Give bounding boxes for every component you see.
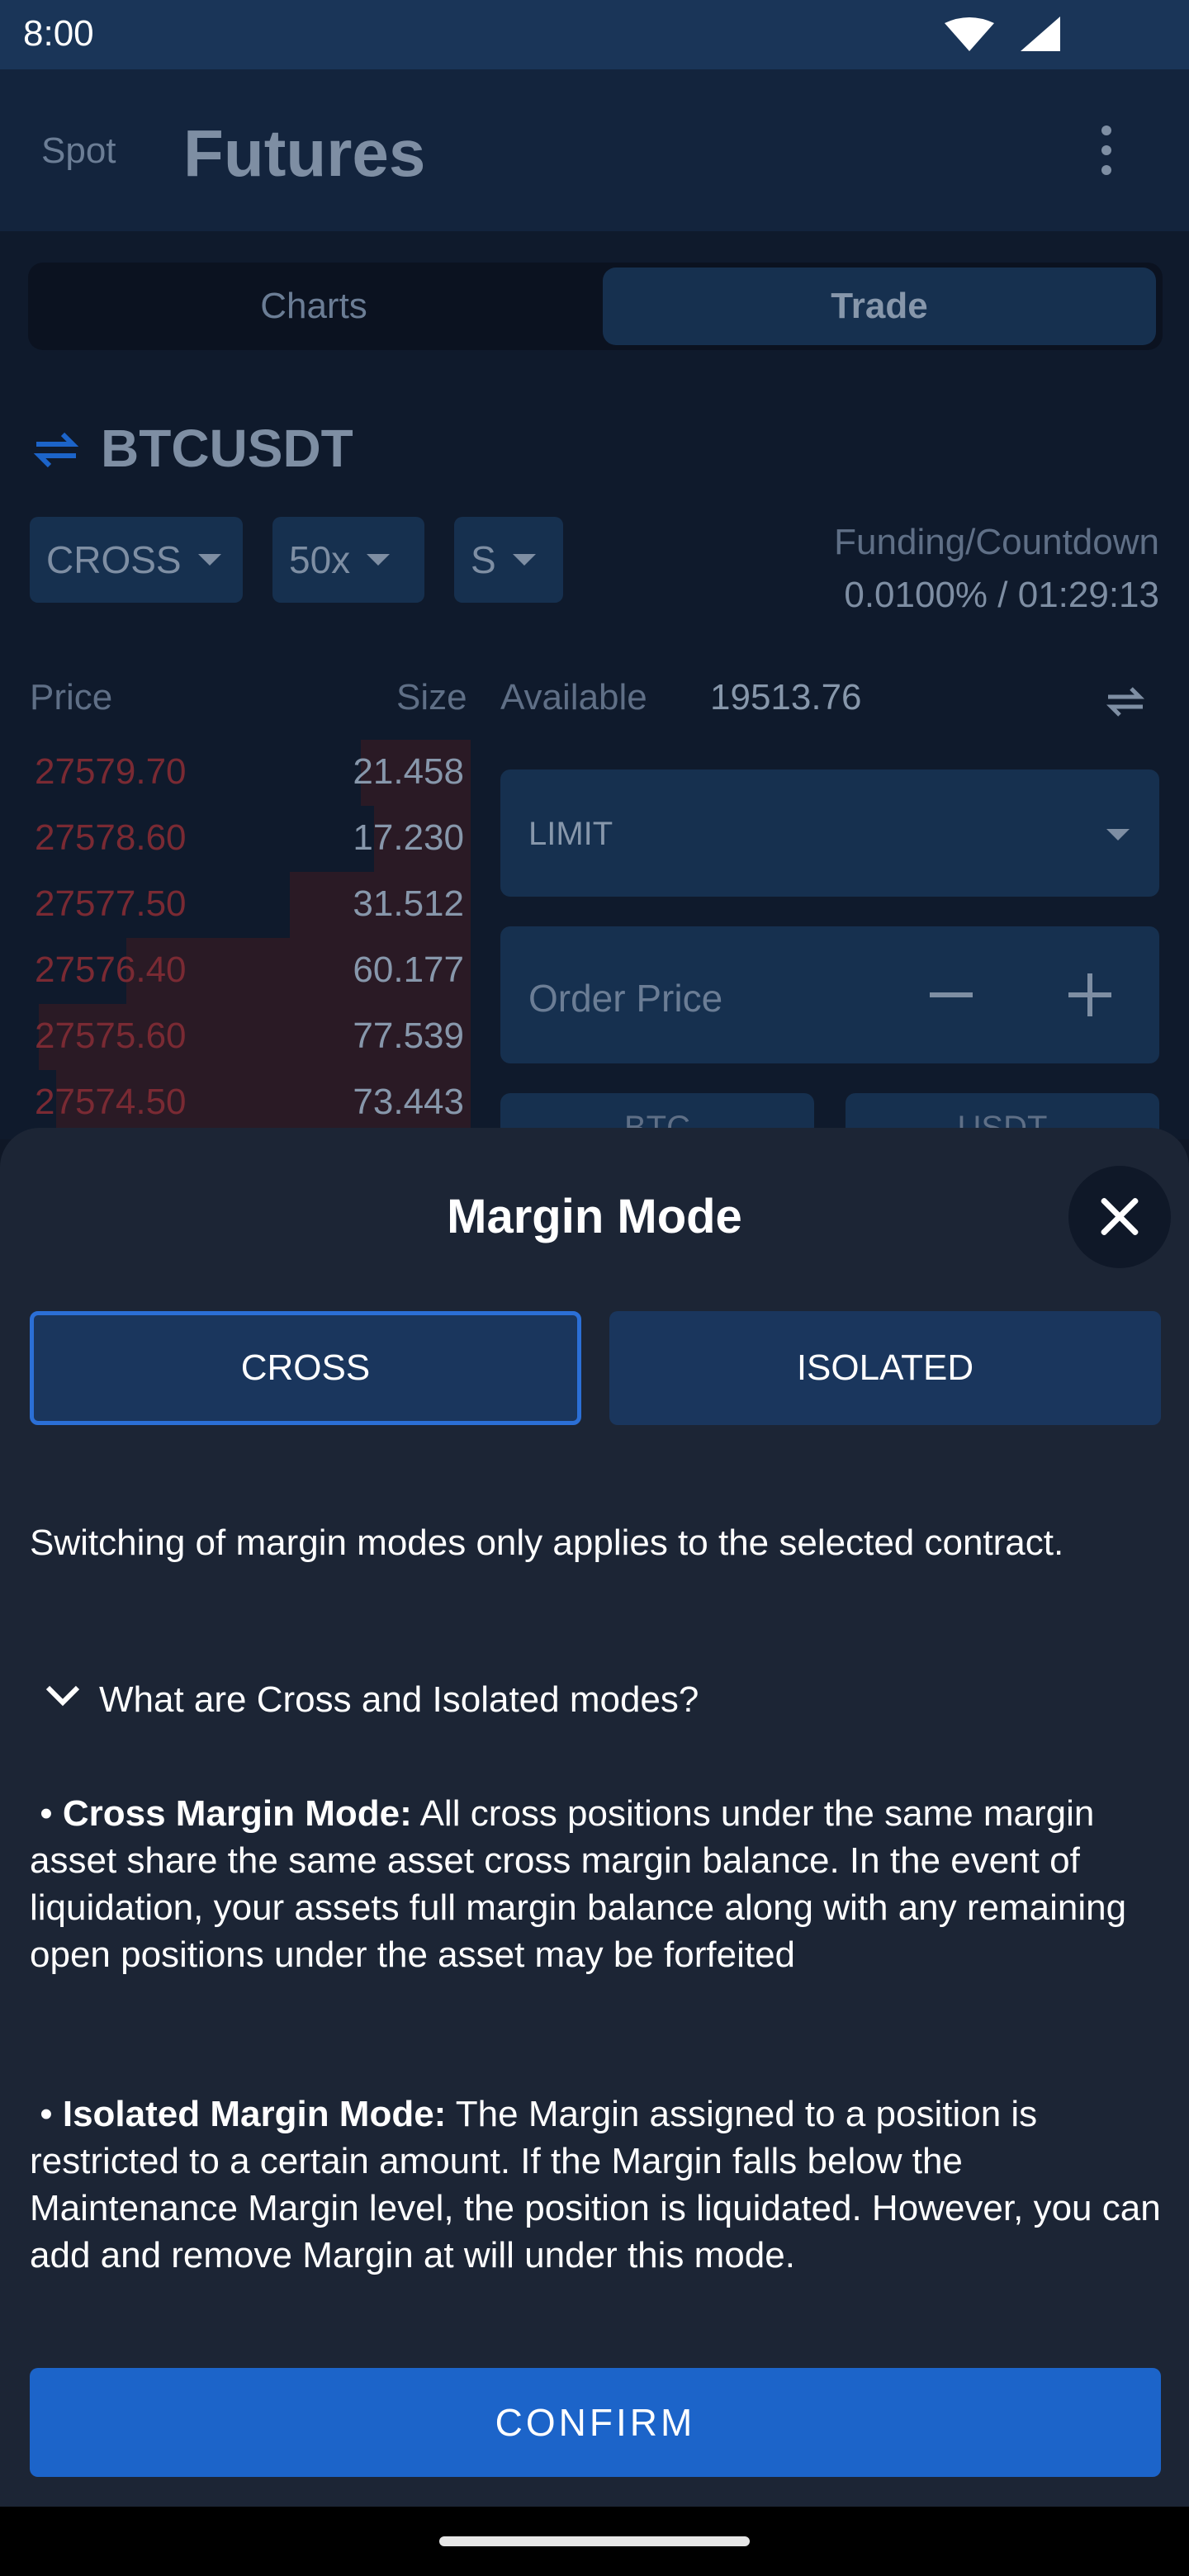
ask-price: 27574.50: [35, 1082, 187, 1122]
ask-size: 21.458: [353, 751, 464, 792]
caret-down-icon: [1106, 829, 1130, 841]
isolated-mode-button[interactable]: ISOLATED: [609, 1311, 1161, 1425]
cross-mode-description: • Cross Margin Mode: All cross positions…: [30, 1793, 1127, 1975]
status-time: 8:00: [23, 13, 94, 54]
transfer-icon[interactable]: [1105, 685, 1146, 718]
tab-charts[interactable]: Charts: [33, 268, 594, 345]
cross-mode-button[interactable]: CROSS: [30, 1311, 581, 1425]
cross-mode-title: Cross Margin Mode:: [62, 1793, 412, 1834]
tab-spot[interactable]: Spot: [41, 130, 116, 172]
ask-size: 31.512: [353, 883, 464, 924]
plus-icon-bar: [1087, 973, 1092, 1016]
caret-down-icon: [512, 554, 536, 566]
leverage-value: 50x: [289, 538, 351, 581]
isolated-mode-description: • Isolated Margin Mode: The Margin assig…: [30, 2094, 1161, 2275]
orderbook-row[interactable]: 27579.70 21.458: [30, 740, 471, 806]
size-type-value: S: [471, 538, 496, 581]
order-price-placeholder: Order Price: [528, 977, 723, 1020]
ask-price: 27577.50: [35, 883, 187, 924]
orderbook-price-header: Price: [30, 677, 113, 717]
available-label: Available: [500, 677, 647, 717]
orderbook-row[interactable]: 27574.50 73.443: [30, 1070, 471, 1136]
order-type-value: LIMIT: [528, 816, 613, 852]
sheet-title: Margin Mode: [447, 1190, 742, 1243]
wifi-icon: [945, 17, 994, 51]
status-icons: [945, 17, 1060, 51]
app-bar: [0, 69, 1189, 231]
ask-size: 73.443: [353, 1082, 464, 1122]
leverage-dropdown[interactable]: 50x: [272, 517, 424, 603]
ask-price: 27579.70: [35, 751, 187, 792]
more-vert-icon[interactable]: [1090, 125, 1123, 175]
funding-value: 0.0100% / 01:29:13: [844, 575, 1159, 615]
orderbook-row[interactable]: 27577.50 31.512: [30, 872, 471, 938]
ask-price: 27578.60: [35, 817, 187, 858]
tab-trade[interactable]: Trade: [603, 268, 1156, 345]
orderbook-row[interactable]: 27575.60 77.539: [30, 1004, 471, 1070]
close-icon[interactable]: [1068, 1166, 1171, 1268]
ask-price: 27575.60: [35, 1016, 187, 1056]
ask-size: 17.230: [353, 817, 464, 858]
funding-label: Funding/Countdown: [834, 522, 1159, 562]
orderbook-row[interactable]: 27578.60 17.230: [30, 806, 471, 872]
chevron-down-icon[interactable]: [43, 1681, 83, 1711]
margin-mode-dropdown[interactable]: CROSS: [30, 517, 243, 603]
isolated-mode-title: Isolated Margin Mode:: [62, 2094, 447, 2134]
symbol-title[interactable]: BTCUSDT: [101, 418, 353, 479]
ask-size: 60.177: [353, 949, 464, 990]
home-handle[interactable]: [439, 2536, 750, 2546]
ask-price: 27576.40: [35, 949, 187, 990]
switch-note: Switching of margin modes only applies t…: [30, 1522, 1064, 1563]
margin-mode-value: CROSS: [46, 538, 182, 581]
size-type-dropdown[interactable]: S: [454, 517, 563, 603]
available-value: 19513.76: [710, 677, 862, 717]
tab-futures[interactable]: Futures: [183, 116, 425, 192]
minus-icon[interactable]: [930, 992, 973, 997]
swap-icon[interactable]: [33, 429, 79, 471]
ask-size: 77.539: [353, 1016, 464, 1056]
caret-down-icon: [367, 554, 391, 566]
orderbook-row[interactable]: 27576.40 60.177: [30, 938, 471, 1004]
signal-icon: [1021, 17, 1060, 51]
confirm-button[interactable]: CONFIRM: [30, 2368, 1161, 2477]
faq-toggle[interactable]: What are Cross and Isolated modes?: [99, 1679, 699, 1721]
caret-down-icon: [197, 554, 221, 566]
orderbook-size-header: Size: [396, 677, 467, 717]
